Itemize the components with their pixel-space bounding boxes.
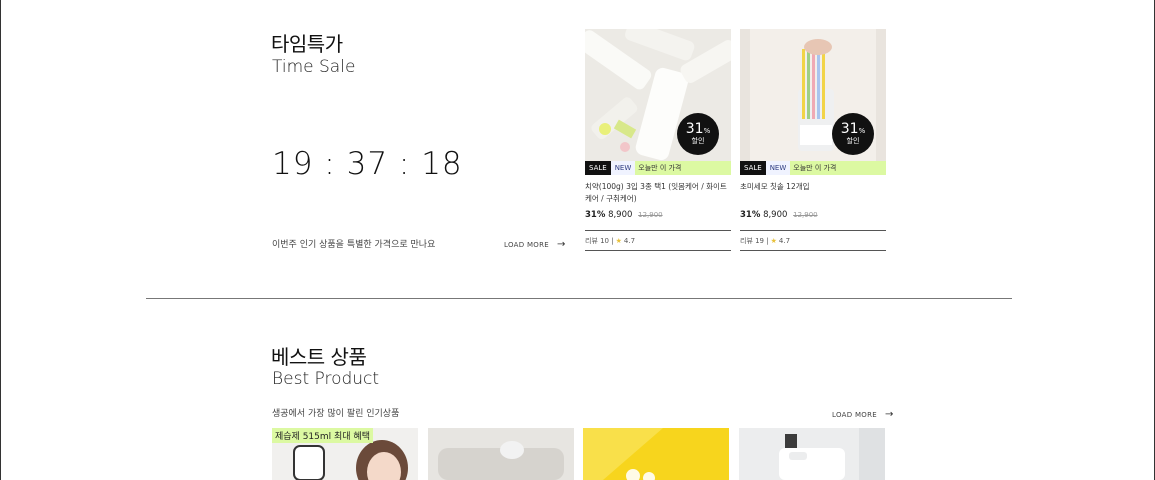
time-sale-title-ko: 타임특가: [271, 32, 343, 56]
star-icon: ★: [770, 236, 777, 245]
sale-tag: SALE: [585, 161, 611, 175]
badge-percent: 31: [840, 121, 859, 137]
badge-label: 할인: [846, 137, 860, 145]
rating: 4.7: [623, 236, 636, 245]
today-only-tag: 오늘만 이 가격: [793, 164, 837, 172]
badge-percent-sign: %: [703, 127, 711, 135]
original-price: 12,900: [638, 211, 663, 219]
badge-label: 할인: [691, 137, 705, 145]
best-product-title-ko: 베스트 상품: [271, 345, 367, 369]
product-card-toothbrush[interactable]: 31% 할인 SALE NEW 오늘만 이 가격 초미세모 칫솔 12개입 31…: [740, 29, 886, 251]
new-tag: NEW: [765, 161, 791, 175]
best-product-image-2[interactable]: [428, 428, 574, 480]
section-divider: [146, 298, 1012, 299]
discount-badge: 31% 할인: [677, 113, 719, 155]
product-image-toothbrush[interactable]: 31% 할인 SALE NEW 오늘만 이 가격: [740, 29, 886, 175]
promo-tag-bar: SALE NEW 오늘만 이 가격: [585, 161, 731, 175]
badge-percent-sign: %: [858, 127, 866, 135]
toothbrush-photo: [740, 29, 886, 175]
best-product-image-1[interactable]: 제습제 515ml 최대 혜택: [272, 428, 418, 480]
best-product-title-en: Best Product: [272, 369, 380, 389]
product-price: 31% 8,900 12,900: [585, 210, 731, 220]
promo-badge: 제습제 515ml 최대 혜택: [272, 428, 373, 443]
review-count: 리뷰 19 |: [740, 236, 769, 245]
review-summary: 리뷰 10 | ★ 4.7: [585, 230, 731, 251]
sale-price: 8,900: [608, 210, 633, 220]
discount-rate: 31%: [740, 210, 761, 220]
arrow-right-icon: →: [556, 239, 566, 250]
product-name[interactable]: 초미세모 칫솔 12개입: [740, 181, 886, 205]
new-tag: NEW: [610, 161, 636, 175]
product-name[interactable]: 치약(100g) 3입 3종 택1 (잇몸케어 / 화이트케어 / 구취케어): [585, 181, 731, 205]
sale-tag: SALE: [740, 161, 766, 175]
cat-sofa-photo: [428, 428, 574, 480]
time-sale-description: 이번주 인기 상품을 특별한 가격으로 만나요: [272, 240, 436, 250]
review-count: 리뷰 10 |: [585, 236, 614, 245]
time-sale-title-en: Time Sale: [272, 57, 356, 77]
today-only-tag: 오늘만 이 가격: [638, 164, 682, 172]
product-image-toothpaste[interactable]: 31% 할인 SALE NEW 오늘만 이 가격: [585, 29, 731, 175]
toothpaste-photo: [585, 29, 731, 175]
discount-rate: 31%: [585, 210, 606, 220]
arrow-right-icon: →: [884, 409, 894, 420]
best-product-load-more-button[interactable]: LOAD MORE →: [832, 409, 894, 420]
star-icon: ★: [615, 236, 622, 245]
product-card-toothpaste[interactable]: 31% 할인 SALE NEW 오늘만 이 가격 치약(100g) 3입 3종 …: [585, 29, 731, 251]
original-price: 12,900: [793, 211, 818, 219]
rating: 4.7: [778, 236, 791, 245]
countdown-timer: 19 : 37 : 18: [272, 146, 463, 182]
badge-percent: 31: [685, 121, 704, 137]
time-sale-load-more-button[interactable]: LOAD MORE →: [504, 239, 566, 250]
detergent-jug-photo: [739, 428, 885, 480]
best-product-description: 생공에서 가장 많이 팔린 인기상품: [272, 409, 400, 419]
promo-tag-bar: SALE NEW 오늘만 이 가격: [740, 161, 886, 175]
best-product-image-3[interactable]: [583, 428, 729, 480]
product-price: 31% 8,900 12,900: [740, 210, 886, 220]
yellow-product-photo: [583, 428, 729, 480]
discount-badge: 31% 할인: [832, 113, 874, 155]
best-product-image-4[interactable]: [739, 428, 885, 480]
review-summary: 리뷰 19 | ★ 4.7: [740, 230, 886, 251]
load-more-label: LOAD MORE: [504, 240, 549, 249]
sale-price: 8,900: [763, 210, 788, 220]
load-more-label: LOAD MORE: [832, 410, 877, 419]
